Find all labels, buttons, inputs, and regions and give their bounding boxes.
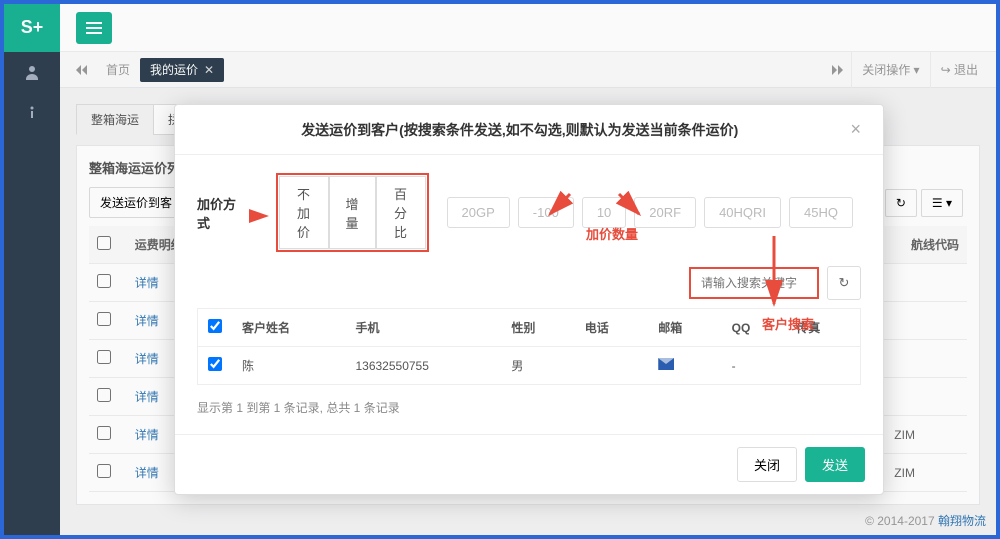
cell-mail xyxy=(648,347,721,385)
pager-text: 显示第 1 到第 1 条记录, 总共 1 条记录 xyxy=(197,399,861,416)
col-gender: 性别 xyxy=(501,309,574,347)
modal-close-button[interactable]: × xyxy=(846,119,865,140)
cell-phone: 13632550755 xyxy=(345,347,501,385)
markup-none-button[interactable]: 不加价 xyxy=(279,176,329,249)
col-name: 客户姓名 xyxy=(232,309,345,347)
box-20rf[interactable]: 20RF xyxy=(634,197,696,228)
cell-tel xyxy=(575,347,648,385)
markup-inc-button[interactable]: 增量 xyxy=(329,176,376,249)
search-refresh-button[interactable]: ↻ xyxy=(827,266,861,300)
box-45hq[interactable]: 45HQ xyxy=(789,197,853,228)
box-10[interactable]: 10 xyxy=(582,197,626,228)
customer-row-checkbox[interactable] xyxy=(208,357,222,371)
box-20gp[interactable]: 20GP xyxy=(447,197,510,228)
col-mail: 邮箱 xyxy=(648,309,721,347)
col-qq: QQ xyxy=(722,309,787,347)
arrow-icon xyxy=(249,209,269,223)
customer-row[interactable]: 陈 13632550755 男 - xyxy=(198,347,861,385)
col-fax: 传真 xyxy=(786,309,860,347)
send-rate-modal: 发送运价到客户(按搜索条件发送,如不勾选,则默认为发送当前条件运价) × 加价方… xyxy=(174,104,884,495)
box-40hqri[interactable]: 40HQRI xyxy=(704,197,781,228)
modal-send-button[interactable]: 发送 xyxy=(805,447,865,482)
customer-search-input[interactable] xyxy=(689,267,819,299)
cell-gender: 男 xyxy=(501,347,574,385)
customer-table: 客户姓名 手机 性别 电话 邮箱 QQ 传真 陈 13632550755 男 - xyxy=(197,308,861,385)
mail-icon xyxy=(658,358,674,370)
customer-select-all[interactable] xyxy=(208,319,222,333)
modal-cancel-button[interactable]: 关闭 xyxy=(737,447,797,482)
col-tel: 电话 xyxy=(575,309,648,347)
modal-title: 发送运价到客户(按搜索条件发送,如不勾选,则默认为发送当前条件运价) xyxy=(193,120,846,140)
markup-pct-button[interactable]: 百分比 xyxy=(376,176,426,249)
box-neg100[interactable]: -100 xyxy=(518,197,574,228)
col-phone: 手机 xyxy=(345,309,501,347)
markup-mode-label: 加价方式 xyxy=(197,194,243,232)
cell-fax xyxy=(786,347,860,385)
markup-mode-segment: 不加价 增量 百分比 xyxy=(276,173,429,252)
cell-qq: - xyxy=(722,347,787,385)
cell-name: 陈 xyxy=(232,347,345,385)
